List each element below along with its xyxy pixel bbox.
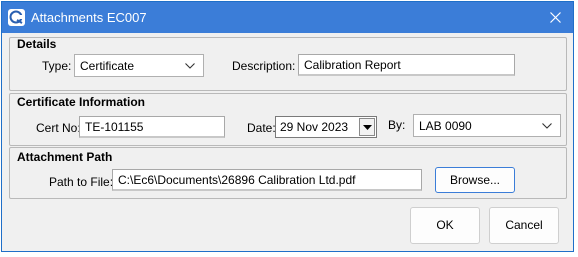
attachments-dialog: Attachments EC007 Details Type: Certific… — [1, 1, 574, 252]
type-select[interactable]: Certificate — [74, 54, 204, 77]
ok-button[interactable]: OK — [410, 207, 480, 244]
description-field[interactable]: Calibration Report — [298, 54, 515, 76]
close-button[interactable] — [539, 3, 572, 32]
certificate-group-title: Certificate Information — [17, 95, 146, 109]
attachment-group-title: Attachment Path — [17, 150, 113, 164]
by-select-value: LAB 0090 — [419, 119, 472, 133]
date-label: Date: — [247, 121, 276, 135]
by-label: By: — [388, 118, 406, 132]
chevron-down-icon — [185, 63, 195, 69]
date-value: 29 Nov 2023 — [280, 120, 349, 134]
date-dropdown-button[interactable] — [359, 118, 375, 136]
details-group: Details Type: Certificate Description: C… — [9, 37, 567, 91]
title-bar[interactable]: Attachments EC007 — [2, 2, 573, 33]
window-title: Attachments EC007 — [31, 10, 147, 25]
description-label: Description: — [232, 59, 296, 73]
chevron-down-icon — [542, 123, 552, 129]
cert-no-field[interactable]: TE-101155 — [79, 116, 225, 138]
type-select-value: Certificate — [80, 59, 135, 73]
path-field[interactable]: C:\Ec6\Documents\26896 Calibration Ltd.p… — [112, 169, 422, 191]
path-label: Path to File: — [49, 175, 114, 189]
browse-button[interactable]: Browse... — [435, 167, 515, 193]
cancel-button[interactable]: Cancel — [489, 207, 559, 244]
triangle-down-icon — [363, 125, 372, 130]
by-select[interactable]: LAB 0090 — [413, 114, 561, 137]
attachment-group: Attachment Path Path to File: C:\Ec6\Doc… — [9, 147, 567, 199]
date-picker[interactable]: 29 Nov 2023 — [275, 116, 377, 138]
cert-no-label: Cert No: — [36, 121, 81, 135]
close-icon — [550, 12, 561, 23]
certificate-group: Certificate Information Cert No: TE-1011… — [9, 93, 567, 146]
app-logo-icon — [8, 9, 25, 26]
details-group-title: Details — [17, 37, 57, 51]
type-label: Type: — [42, 59, 72, 73]
